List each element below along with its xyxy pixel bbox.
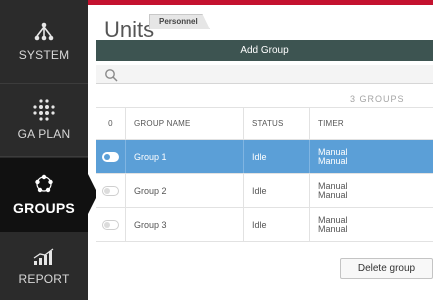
delete-group-button[interactable]: Delete group [340, 258, 433, 279]
dot-grid-icon [33, 99, 55, 121]
group-timer: Manual Manual [318, 215, 348, 234]
table-row[interactable]: Group 2 Idle Manual Manual [96, 174, 433, 208]
group-name: Group 3 [126, 208, 244, 241]
tab-personnel[interactable]: Personnel [149, 14, 210, 29]
table-row[interactable]: Group 3 Idle Manual Manual [96, 208, 433, 242]
group-timer: Manual Manual [318, 147, 348, 166]
table-header: 0 GROUP NAME STATUS TIMER [96, 107, 433, 140]
group-name: Group 2 [126, 174, 244, 207]
timer-line: Manual [318, 155, 348, 166]
column-header-toggle[interactable]: 0 [96, 108, 126, 139]
timer-line: Manual [318, 189, 348, 200]
add-group-button[interactable]: Add Group [96, 40, 433, 61]
group-status: Idle [244, 208, 310, 241]
search-icon [105, 69, 118, 82]
search-bar [96, 65, 433, 84]
search-input[interactable] [124, 67, 424, 82]
groups-table: 0 GROUP NAME STATUS TIMER Group 1 Idle M… [96, 107, 433, 242]
network-tree-icon [34, 22, 54, 40]
column-header-timer[interactable]: TIMER [310, 108, 433, 139]
timer-line: Manual [318, 223, 348, 234]
nav-label-ga-plan: GA PLAN [17, 127, 71, 141]
nav-item-report[interactable]: REPORT [0, 233, 88, 300]
nav-label-groups: GROUPS [13, 200, 75, 216]
group-status: Idle [244, 140, 310, 173]
group-status: Idle [244, 174, 310, 207]
groups-circle-icon [35, 174, 53, 193]
nav-label-system: SYSTEM [18, 47, 70, 62]
nav-item-groups[interactable]: GROUPS [0, 158, 88, 232]
row-toggle[interactable] [102, 185, 119, 196]
chart-icon [33, 247, 54, 265]
group-timer: Manual Manual [318, 181, 348, 200]
row-toggle[interactable] [102, 219, 119, 230]
top-accent-bar [88, 0, 433, 5]
nav-item-ga-plan[interactable]: GA PLAN [0, 84, 88, 157]
groups-count: 3 GROUPS [350, 94, 405, 104]
row-toggle[interactable] [102, 151, 119, 162]
side-nav: SYSTEM GA PLAN GROUPS REPORT [0, 0, 88, 300]
group-name: Group 1 [126, 140, 244, 173]
column-header-group-name[interactable]: GROUP NAME [126, 108, 244, 139]
nav-label-report: REPORT [18, 271, 70, 286]
nav-item-system[interactable]: SYSTEM [0, 0, 88, 84]
column-header-status[interactable]: STATUS [244, 108, 310, 139]
table-row[interactable]: Group 1 Idle Manual Manual [96, 140, 433, 174]
